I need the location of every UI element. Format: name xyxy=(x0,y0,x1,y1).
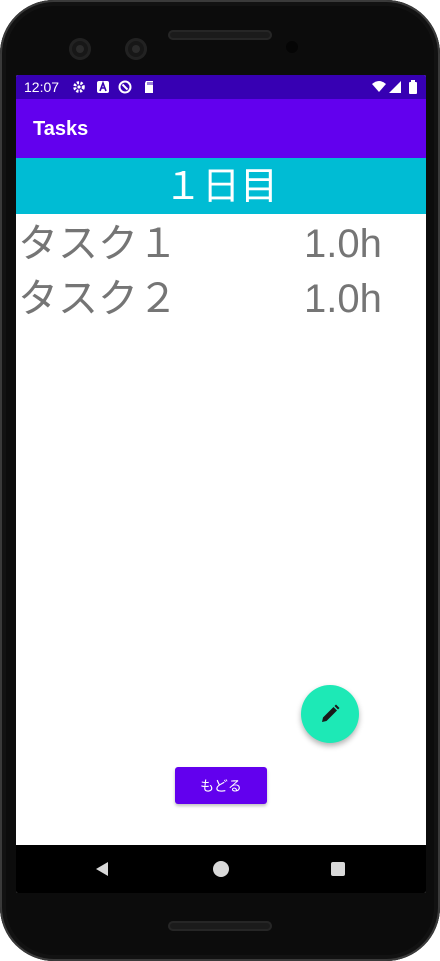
app-title: Tasks xyxy=(33,118,89,140)
navigation-bar xyxy=(16,845,426,893)
sd-card-icon xyxy=(142,80,156,94)
settings-icon xyxy=(72,80,86,94)
sync-icon xyxy=(118,80,132,94)
signal-icon xyxy=(388,80,402,94)
day-header: １日目 xyxy=(16,158,426,214)
task-row[interactable]: タスク１ 1.0h xyxy=(16,216,426,274)
nav-home-icon[interactable] xyxy=(213,861,229,877)
edit-fab-button[interactable] xyxy=(301,685,359,743)
day-title: １日目 xyxy=(163,164,278,208)
nav-back-icon[interactable] xyxy=(94,861,110,877)
bottom-speaker xyxy=(168,921,272,931)
front-camera-left xyxy=(69,38,91,60)
task-row[interactable]: タスク２ 1.0h xyxy=(16,271,426,329)
task-name: タスク２ xyxy=(18,276,178,322)
battery-icon xyxy=(406,80,420,94)
proximity-sensor xyxy=(286,41,298,53)
pencil-icon xyxy=(322,704,340,722)
back-button[interactable]: もどる xyxy=(175,767,267,804)
task-name: タスク１ xyxy=(18,221,178,267)
front-camera-right xyxy=(125,38,147,60)
nav-recent-icon[interactable] xyxy=(331,862,345,876)
task-hours: 1.0h xyxy=(304,222,382,266)
a-icon xyxy=(96,80,110,94)
app-bar: Tasks xyxy=(16,99,426,158)
status-time: 12:07 xyxy=(24,79,60,95)
top-speaker xyxy=(168,30,272,40)
screen: 12:07 Tasks １日目 タスク１ 1.0h タスク２ 1.0h もどる xyxy=(16,75,426,893)
phone-frame: 12:07 Tasks １日目 タスク１ 1.0h タスク２ 1.0h もどる xyxy=(0,0,440,961)
wifi-icon xyxy=(372,80,386,94)
status-bar: 12:07 xyxy=(16,75,426,99)
task-hours: 1.0h xyxy=(304,277,382,321)
